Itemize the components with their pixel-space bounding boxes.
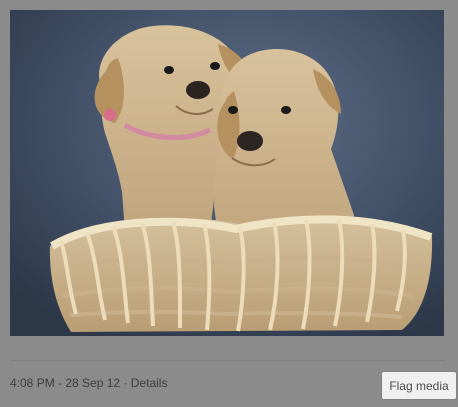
puppies-image <box>10 10 444 336</box>
timestamp: 4:08 PM - 28 Sep 12 <box>10 376 121 390</box>
tweet-metadata: 4:08 PM - 28 Sep 12 · Details <box>10 376 167 390</box>
flag-media-button[interactable]: Flag media <box>382 372 456 399</box>
details-link[interactable]: Details <box>131 376 168 390</box>
meta-separator: · <box>123 376 128 390</box>
media-image[interactable] <box>10 10 444 336</box>
footer-divider <box>10 360 446 361</box>
